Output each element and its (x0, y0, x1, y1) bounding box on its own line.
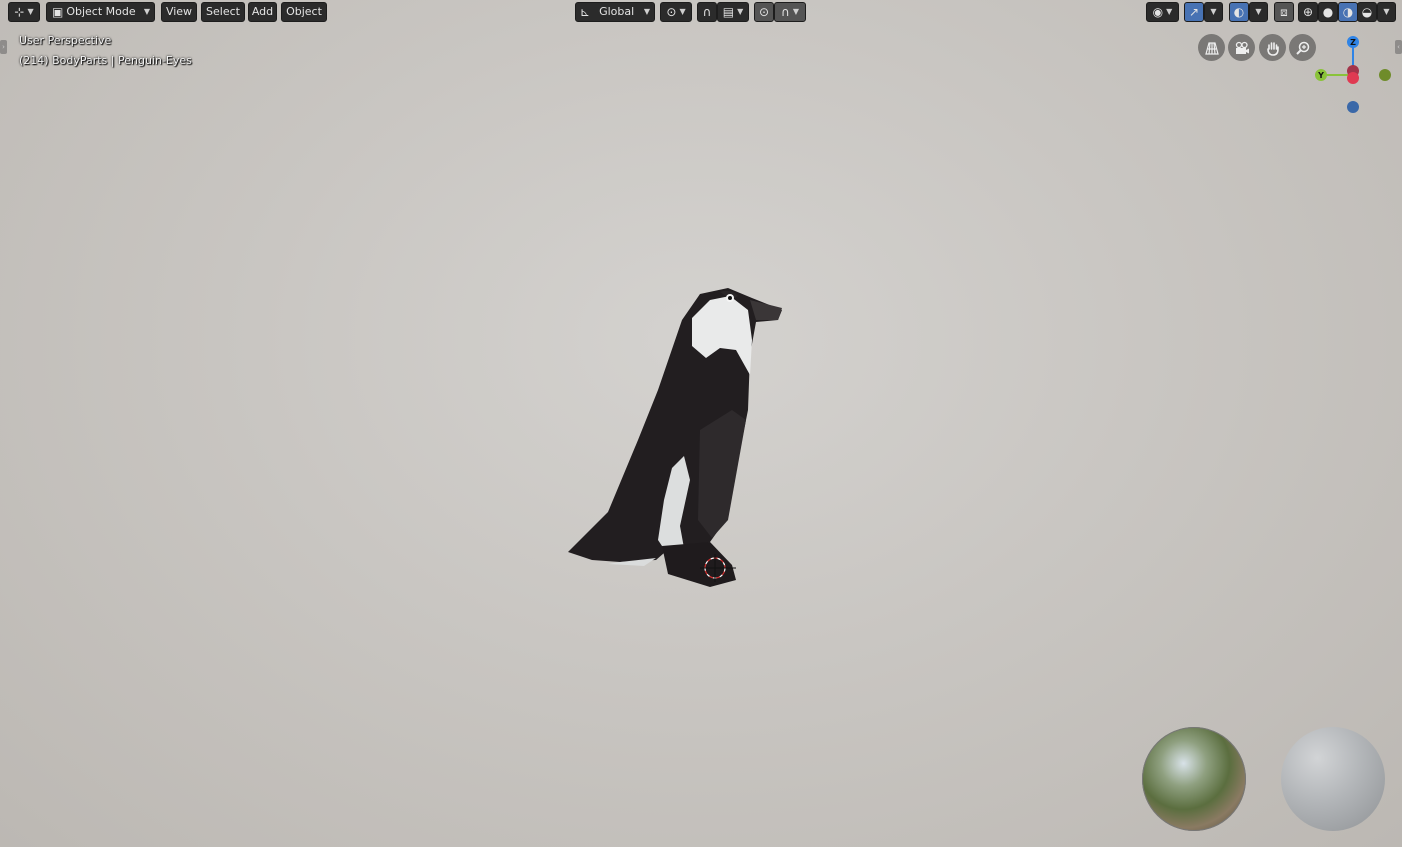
snap-increment-icon: ▤ (722, 5, 735, 19)
transform-orientation-dropdown[interactable]: ⊾ Global ▼ (575, 2, 655, 22)
chevron-down-icon: ▼ (792, 7, 799, 16)
shading-wireframe[interactable]: ⊕ (1298, 2, 1318, 22)
solid-sphere-icon: ● (1322, 5, 1334, 19)
material-preview-sphere (1281, 727, 1385, 831)
pivot-point-dropdown[interactable]: ⊙ ▼ (660, 2, 692, 22)
gizmo-neg-y-axis[interactable] (1379, 69, 1391, 81)
grid-view-icon (1204, 41, 1219, 55)
xray-icon: ⧈ (1280, 5, 1288, 19)
shading-dropdown[interactable]: ▼ (1377, 2, 1396, 22)
material-sphere-icon: ◑ (1342, 5, 1354, 19)
perspective-label: User Perspective (19, 34, 112, 47)
pivot-icon: ⊙ (666, 5, 677, 19)
falloff-dropdown[interactable]: ∩ ▼ (774, 2, 806, 22)
orientation-icon: ⊾ (580, 5, 591, 19)
camera-icon (1235, 41, 1249, 54)
shading-rendered[interactable]: ◒ (1357, 2, 1377, 22)
gizmo-icon: ↗ (1188, 5, 1200, 19)
shading-solid[interactable]: ● (1318, 2, 1338, 22)
chevron-right-icon: › (2, 43, 5, 51)
magnet-icon: ∩ (702, 5, 712, 19)
viewport-header: ⊹ ▼ ▣ Object Mode ▼ View Select Add Objec… (0, 0, 1402, 24)
gizmo-z-axis[interactable]: Z (1347, 36, 1359, 48)
overlays-icon: ◐ (1233, 5, 1245, 19)
menu-select[interactable]: Select (201, 2, 245, 22)
rendered-sphere-icon: ◒ (1361, 5, 1373, 19)
snap-target-dropdown[interactable]: ▤ ▼ (717, 2, 749, 22)
menu-object[interactable]: Object (281, 2, 327, 22)
axes-icon: ⊹ (14, 5, 25, 19)
chevron-down-icon: ▼ (679, 7, 686, 16)
menu-view[interactable]: View (161, 2, 197, 22)
camera-view-button[interactable] (1228, 34, 1255, 61)
gizmo-y-axis[interactable]: Y (1315, 69, 1327, 81)
proportional-edit-icon: ⊙ (758, 5, 770, 19)
overlays-dropdown[interactable]: ▼ (1249, 2, 1268, 22)
menu-add[interactable]: Add (248, 2, 277, 22)
pan-view-button[interactable] (1259, 34, 1286, 61)
orientation-label: Global (599, 5, 635, 18)
shading-material-preview[interactable]: ◑ (1338, 2, 1358, 22)
xray-toggle[interactable]: ⧈ (1274, 2, 1294, 22)
hdri-preview-sphere (1142, 727, 1246, 831)
gizmo-toggle[interactable]: ↗ (1184, 2, 1204, 22)
overlays-toggle[interactable]: ◐ (1229, 2, 1249, 22)
visibility-dropdown[interactable]: ◉ ▼ (1146, 2, 1179, 22)
chevron-down-icon: ▼ (737, 7, 744, 16)
snap-toggle[interactable]: ∩ (697, 2, 717, 22)
chevron-down-icon: ▼ (27, 7, 34, 16)
gizmo-neg-z-axis[interactable] (1347, 101, 1359, 113)
toolbar-expand-tab[interactable]: › (0, 40, 7, 54)
chevron-down-icon: ▼ (643, 7, 650, 16)
gizmo-x-axis[interactable] (1347, 72, 1359, 84)
chevron-down-icon: ▼ (1383, 7, 1390, 16)
chevron-down-icon: ▼ (143, 7, 150, 16)
proportional-edit-toggle[interactable]: ⊙ (754, 2, 774, 22)
hand-pan-icon (1266, 41, 1279, 56)
navigation-gizmo[interactable]: Z Y (1308, 32, 1398, 118)
object-info-label: (214) BodyParts | Penguin-Eyes (19, 54, 192, 67)
chevron-down-icon: ▼ (1255, 7, 1262, 16)
chevron-down-icon: ▼ (1166, 7, 1173, 16)
mode-dropdown[interactable]: ▣ Object Mode ▼ (46, 2, 155, 22)
toggle-ortho-button[interactable] (1198, 34, 1225, 61)
eye-icon: ◉ (1152, 5, 1164, 19)
penguin-model (568, 288, 782, 587)
editor-type-button[interactable]: ⊹ ▼ (8, 2, 40, 22)
chevron-down-icon: ▼ (1210, 7, 1217, 16)
gizmo-dropdown[interactable]: ▼ (1204, 2, 1223, 22)
mode-label: Object Mode (66, 5, 136, 18)
object-mode-icon: ▣ (52, 5, 64, 19)
wireframe-sphere-icon: ⊕ (1302, 5, 1314, 19)
falloff-curve-icon: ∩ (781, 5, 790, 19)
